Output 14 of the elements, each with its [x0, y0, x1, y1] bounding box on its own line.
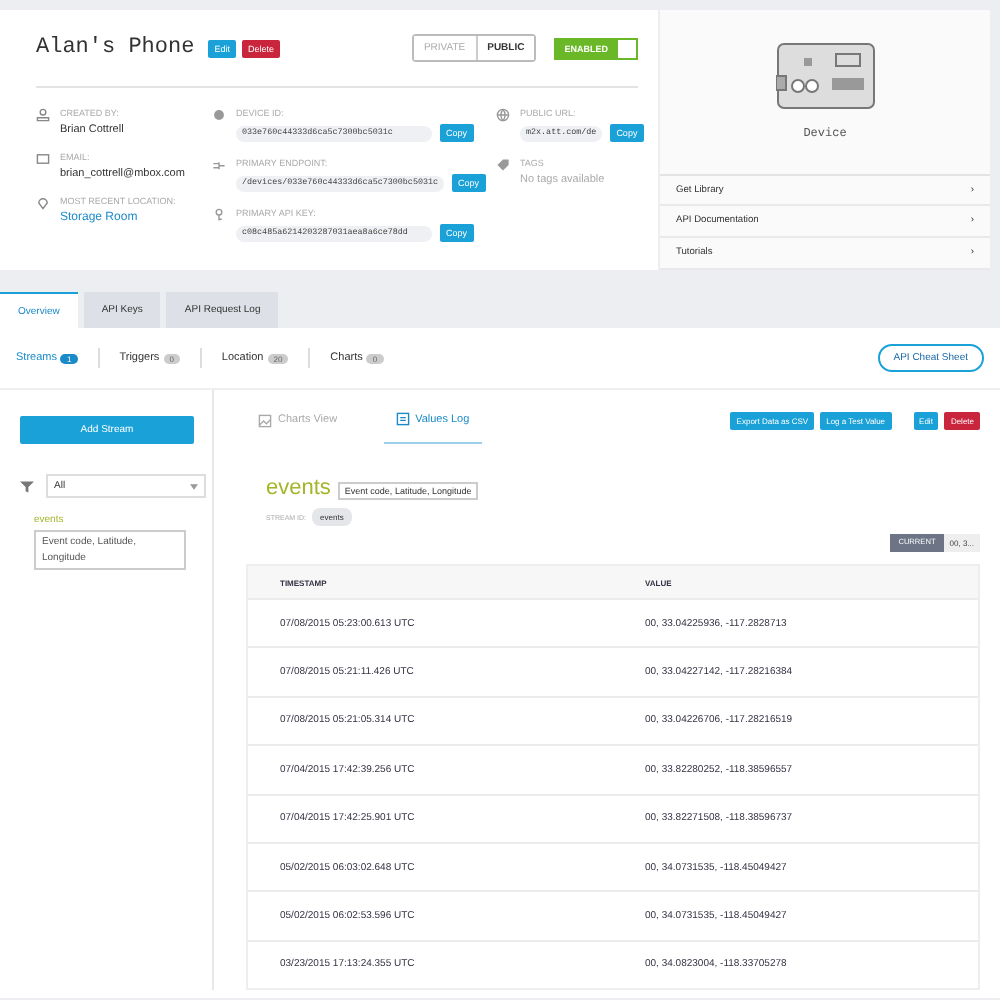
switch-knob	[618, 39, 636, 57]
globe-icon	[496, 108, 510, 122]
caret-icon	[190, 483, 198, 489]
list-icon	[395, 412, 410, 426]
key-icon	[212, 208, 226, 222]
circuit-board-drawing	[775, 42, 875, 111]
image-icon	[258, 413, 272, 427]
person-icon	[36, 108, 50, 122]
tag-icon	[496, 158, 510, 172]
filter-icon	[20, 479, 34, 493]
stream-title: events	[266, 478, 331, 500]
device-title: Alan's Phone	[36, 36, 195, 60]
envelope-icon	[36, 152, 50, 166]
pin-icon	[36, 196, 50, 210]
